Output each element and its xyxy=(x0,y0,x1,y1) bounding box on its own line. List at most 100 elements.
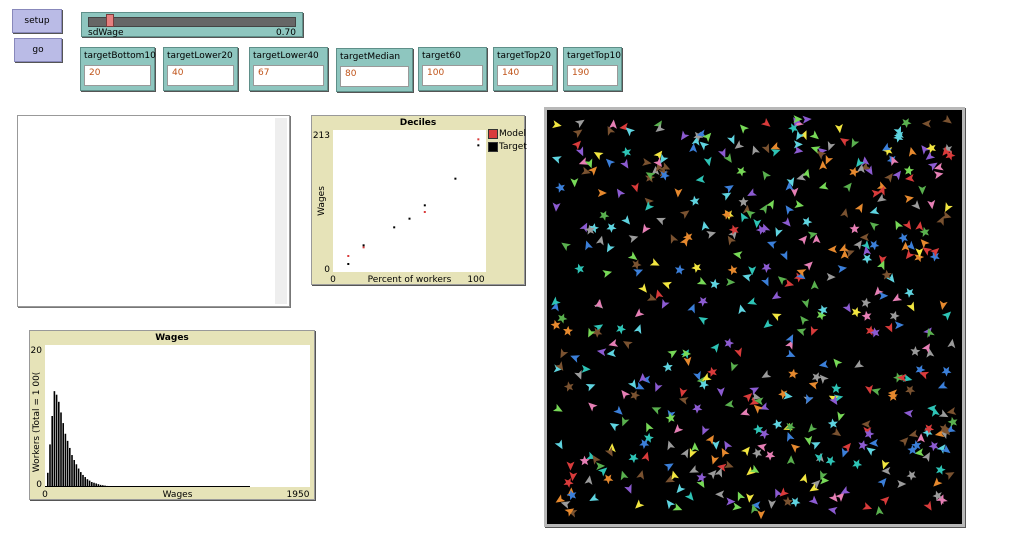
worker-turtle xyxy=(937,381,948,389)
worker-turtle xyxy=(859,233,870,242)
worker-turtle xyxy=(933,477,943,487)
worker-turtle xyxy=(670,234,679,244)
slider-handle[interactable] xyxy=(105,14,114,27)
worker-turtle xyxy=(748,266,757,276)
worker-turtle xyxy=(941,366,952,377)
worker-turtle xyxy=(877,478,887,488)
worker-turtle xyxy=(897,480,907,488)
x-tick-label: 0 xyxy=(330,275,336,284)
worker-turtle xyxy=(674,188,683,198)
data-point-target xyxy=(347,263,350,265)
data-point-target xyxy=(477,144,480,147)
histogram-bar xyxy=(53,391,56,487)
worker-turtle xyxy=(826,272,836,281)
worker-turtle xyxy=(555,182,565,193)
worker-turtle xyxy=(570,178,579,188)
worker-turtle xyxy=(642,158,652,166)
histogram-bar xyxy=(80,472,82,487)
worker-turtle xyxy=(716,387,725,397)
worker-turtle xyxy=(781,217,791,227)
histogram-bar xyxy=(66,440,69,487)
worker-turtle xyxy=(662,361,673,372)
worker-turtle xyxy=(684,491,694,501)
worker-turtle xyxy=(656,217,667,226)
worker-turtle xyxy=(687,303,695,314)
input-field[interactable]: 20 xyxy=(84,65,151,86)
worker-turtle xyxy=(554,439,563,450)
worker-turtle xyxy=(810,442,821,450)
world-canvas[interactable] xyxy=(547,110,962,524)
worker-turtle xyxy=(703,156,712,167)
setup-button[interactable]: setup xyxy=(12,9,62,33)
worker-turtle xyxy=(749,387,760,396)
worker-turtle xyxy=(892,170,902,181)
worker-turtle xyxy=(715,490,725,499)
data-point-target xyxy=(423,204,426,207)
worker-turtle xyxy=(915,221,924,231)
input-field[interactable]: 140 xyxy=(497,65,553,86)
worker-turtle xyxy=(800,315,810,326)
worker-turtle xyxy=(790,443,801,453)
worker-turtle xyxy=(572,129,583,138)
output-area[interactable] xyxy=(17,115,290,307)
world-view[interactable] xyxy=(544,107,965,527)
worker-turtle xyxy=(711,440,720,450)
worker-turtle xyxy=(775,227,783,237)
legend-swatch-model xyxy=(488,129,498,139)
histogram-bar xyxy=(64,433,67,487)
worker-turtle xyxy=(851,306,862,318)
input-field[interactable]: 80 xyxy=(340,66,409,87)
slider-track[interactable] xyxy=(88,17,296,27)
worker-turtle xyxy=(689,195,700,206)
go-button[interactable]: go xyxy=(14,38,62,62)
worker-turtle xyxy=(581,166,591,175)
worker-turtle xyxy=(757,510,766,520)
worker-turtle xyxy=(697,296,708,307)
worker-turtle xyxy=(605,158,616,168)
worker-turtle xyxy=(861,420,871,429)
input-label: targetLower40 xyxy=(253,51,319,61)
x-tick-label: 100 xyxy=(467,275,484,284)
worker-turtle xyxy=(920,239,930,249)
output-scrollbar[interactable] xyxy=(275,118,287,304)
worker-turtle xyxy=(827,418,838,429)
worker-turtle xyxy=(811,372,822,383)
input-field[interactable]: 67 xyxy=(253,65,324,86)
worker-turtle xyxy=(849,166,860,177)
input-label: targetMedian xyxy=(340,52,401,62)
worker-turtle xyxy=(630,390,641,401)
worker-turtle xyxy=(667,440,676,451)
input-field[interactable]: 40 xyxy=(167,65,234,86)
x-tick-label: 0 xyxy=(42,490,48,499)
worker-turtle xyxy=(906,470,917,481)
worker-turtle xyxy=(606,242,615,253)
input-field[interactable]: 100 xyxy=(422,65,483,86)
data-point-target xyxy=(454,177,457,180)
data-point-target xyxy=(393,226,396,229)
worker-turtle xyxy=(933,171,944,180)
input-field[interactable]: 190 xyxy=(567,65,618,86)
worker-turtle xyxy=(674,264,685,275)
worker-turtle xyxy=(849,223,860,234)
worker-turtle xyxy=(596,348,607,357)
worker-turtle xyxy=(631,259,642,270)
worker-turtle xyxy=(939,300,948,311)
worker-turtle xyxy=(732,251,743,260)
worker-turtle xyxy=(772,419,783,430)
worker-turtle xyxy=(801,168,810,179)
worker-turtle xyxy=(788,368,799,379)
worker-turtle xyxy=(579,455,590,466)
worker-turtle xyxy=(762,170,771,181)
y-tick-label: 213 xyxy=(313,131,330,141)
worker-turtle xyxy=(778,389,788,400)
worker-turtle xyxy=(726,278,736,287)
worker-turtle xyxy=(738,196,749,207)
sdwage-slider[interactable]: sdWage 0.70 xyxy=(81,12,303,38)
worker-turtle xyxy=(689,465,700,473)
worker-turtle xyxy=(552,120,562,129)
slider-label: sdWage xyxy=(88,28,124,38)
worker-turtle xyxy=(784,279,795,287)
worker-turtle xyxy=(799,130,807,141)
input-target-bottom10: targetBottom10 20 xyxy=(80,47,156,91)
worker-turtle xyxy=(742,273,752,282)
